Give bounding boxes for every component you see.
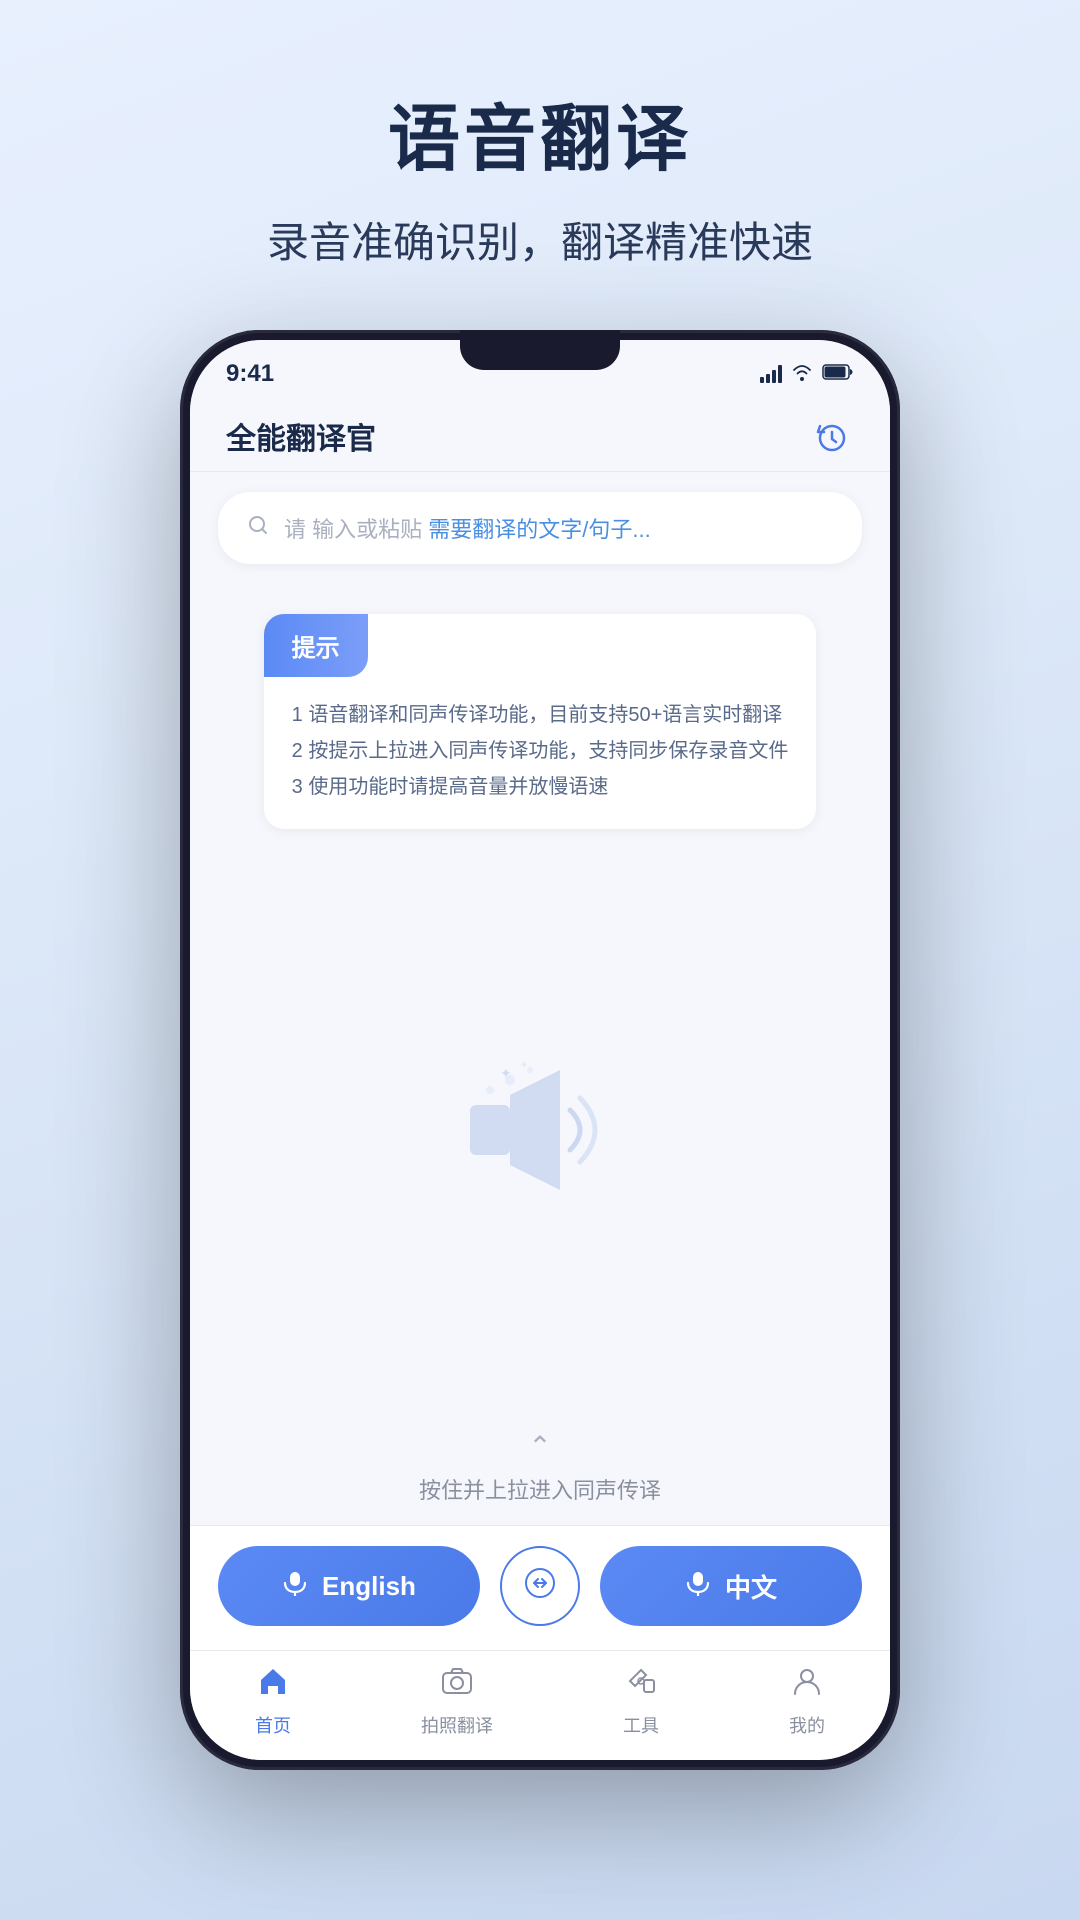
- mic-icon-chinese: [685, 1570, 711, 1603]
- drag-up-arrow: ⌃: [528, 1430, 551, 1463]
- tips-header: 提示: [264, 614, 368, 677]
- chinese-button[interactable]: 中文: [600, 1546, 862, 1626]
- phone-notch: [460, 330, 620, 370]
- page-title: 语音翻译: [267, 80, 813, 185]
- search-icon: [246, 513, 270, 544]
- nav-item-tools[interactable]: 工具: [623, 1664, 659, 1738]
- nav-label-home: 首页: [255, 1712, 291, 1738]
- battery-icon: [822, 361, 854, 387]
- tips-item-2: 2 按提示上拉进入同声传译功能，支持同步保存录音文件: [292, 733, 789, 769]
- bottom-nav: 首页 拍照翻译: [190, 1650, 890, 1760]
- search-placeholder-sub: 需要翻译的文字/句子...: [428, 517, 650, 542]
- swap-icon: [524, 1567, 556, 1606]
- phone-frame: 9:41: [180, 330, 900, 1770]
- tips-box: 提示 1 语音翻译和同声传译功能，目前支持50+语言实时翻译 2 按提示上拉进入…: [264, 614, 817, 829]
- volume-up-button: [180, 620, 182, 720]
- nav-item-home[interactable]: 首页: [255, 1664, 291, 1738]
- power-button: [898, 590, 900, 670]
- profile-icon: [790, 1664, 824, 1706]
- tips-item-3: 3 使用功能时请提高音量并放慢语速: [292, 769, 789, 805]
- tips-header-text: 提示: [292, 635, 340, 662]
- search-placeholder: 请 输入或粘贴 需要翻译的文字/句子...: [284, 512, 651, 544]
- page-header: 语音翻译 录音准确识别，翻译精准快速: [267, 80, 813, 270]
- nav-item-photo[interactable]: 拍照翻译: [421, 1664, 493, 1738]
- tools-icon: [624, 1664, 658, 1706]
- english-button[interactable]: English: [218, 1546, 480, 1626]
- svg-text:✦: ✦: [520, 1060, 528, 1071]
- app-header: 全能翻译官: [190, 400, 890, 472]
- phone-screen: 9:41: [190, 340, 890, 1760]
- nav-label-photo: 拍照翻译: [421, 1712, 493, 1738]
- nav-item-profile[interactable]: 我的: [789, 1664, 825, 1738]
- chinese-label: 中文: [725, 1568, 777, 1605]
- search-bar[interactable]: 请 输入或粘贴 需要翻译的文字/句子...: [218, 492, 862, 564]
- phone-mockup: 9:41: [180, 330, 900, 1770]
- speaker-area: ✦ ✦: [450, 829, 630, 1430]
- volume-down-button: [180, 740, 182, 840]
- home-icon: [256, 1664, 290, 1706]
- history-button[interactable]: [810, 414, 854, 458]
- tips-content: 1 语音翻译和同声传译功能，目前支持50+语言实时翻译 2 按提示上拉进入同声传…: [264, 677, 817, 829]
- svg-text:✦: ✦: [500, 1065, 512, 1081]
- drag-hint-text: 按住并上拉进入同声传译: [419, 1473, 661, 1505]
- main-content: 提示 1 语音翻译和同声传译功能，目前支持50+语言实时翻译 2 按提示上拉进入…: [190, 584, 890, 1525]
- bottom-buttons: English: [190, 1525, 890, 1650]
- speaker-icon: ✦ ✦: [450, 1050, 630, 1210]
- page-subtitle: 录音准确识别，翻译精准快速: [267, 209, 813, 270]
- app-title: 全能翻译官: [226, 414, 376, 458]
- camera-icon: [440, 1664, 474, 1706]
- swap-button[interactable]: [500, 1546, 580, 1626]
- english-label: English: [322, 1571, 416, 1602]
- mic-icon-english: [282, 1570, 308, 1603]
- status-time: 9:41: [226, 360, 274, 388]
- status-icons: [760, 361, 854, 387]
- signal-icon: [760, 365, 782, 383]
- tips-item-1: 1 语音翻译和同声传译功能，目前支持50+语言实时翻译: [292, 697, 789, 733]
- nav-label-profile: 我的: [789, 1712, 825, 1738]
- search-placeholder-main: 请 输入或粘贴: [284, 517, 422, 542]
- mute-button: [180, 540, 182, 600]
- drag-hint: ⌃ 按住并上拉进入同声传译: [419, 1430, 661, 1505]
- wifi-icon: [790, 361, 814, 387]
- nav-label-tools: 工具: [623, 1712, 659, 1738]
